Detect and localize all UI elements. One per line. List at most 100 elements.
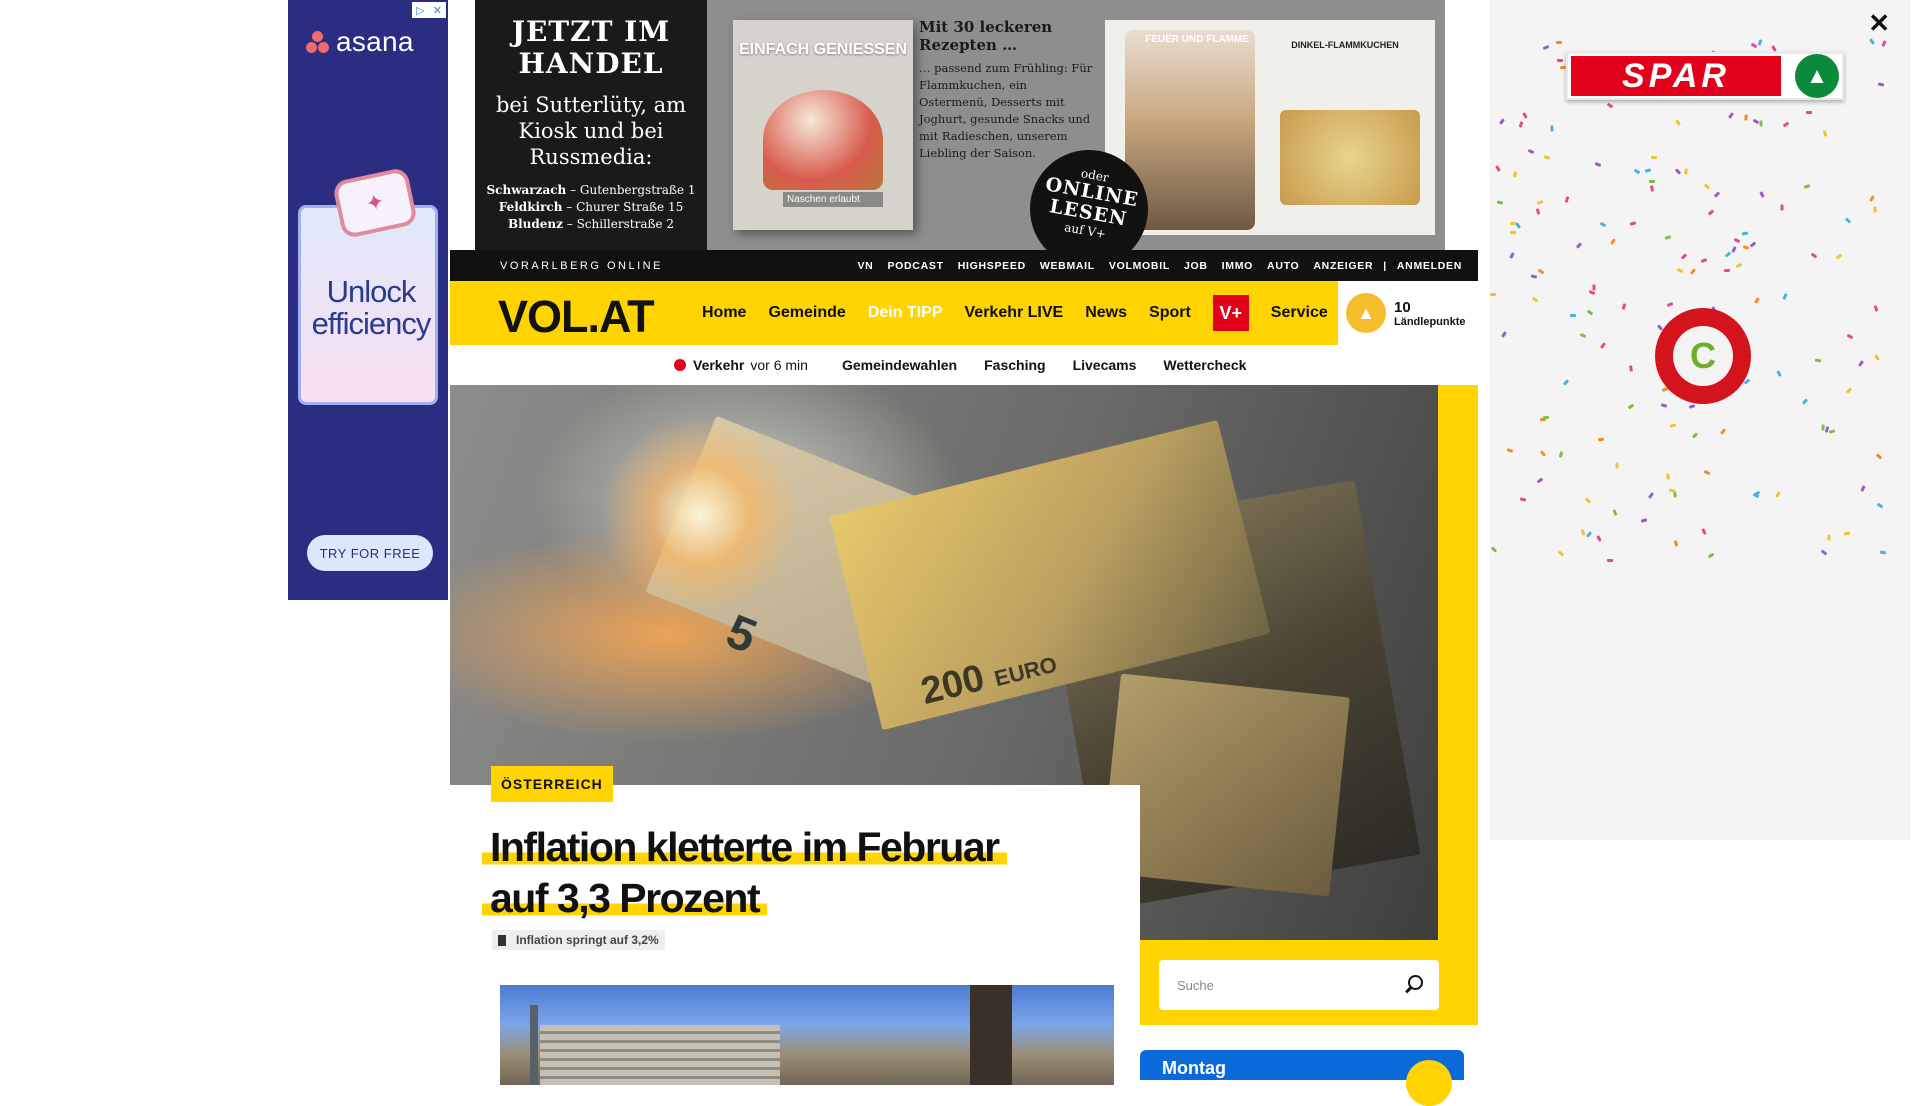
confetti-piece	[1727, 112, 1735, 119]
utility-link-highspeed[interactable]: HIGHSPEED	[958, 260, 1026, 272]
subnav-link-livecams[interactable]: Livecams	[1073, 357, 1137, 373]
asana-dots-icon	[306, 31, 330, 53]
related-article-link[interactable]: Inflation springt auf 3,2%	[492, 930, 665, 950]
nav-item-dein-tipp[interactable]: Dein TIPP	[868, 304, 943, 322]
nav-item-sport[interactable]: Sport	[1149, 304, 1191, 322]
related-article-label: Inflation springt auf 3,2%	[516, 933, 659, 947]
confetti-piece	[1530, 274, 1538, 279]
asana-ad[interactable]: ▷ ✕ asana ✦ Unlock efficiency TRY FOR FR…	[288, 0, 448, 600]
russmedia-banner-ad[interactable]: JETZT IM HANDEL bei Sutterlüty, am Kiosk…	[475, 0, 1445, 250]
confetti-piece	[1873, 305, 1879, 312]
confetti-piece	[1490, 293, 1496, 296]
login-link[interactable]: ANMELDEN	[1397, 260, 1462, 272]
subnav-link-fasching[interactable]: Fasching	[984, 357, 1045, 373]
search-icon[interactable]	[1403, 975, 1423, 995]
utility-link-volmobil[interactable]: VOLMOBIL	[1109, 260, 1170, 272]
utility-separator: |	[1383, 259, 1387, 272]
spar-easter-badge[interactable]: C	[1655, 308, 1751, 404]
live-ticker[interactable]: Verkehr vor 6 min	[674, 357, 808, 373]
magazine-spread-image: FEUER UND FLAMME DINKEL-FLAMMKUCHEN	[1105, 20, 1435, 235]
confetti-piece	[1676, 267, 1684, 274]
subnav-link-gemeindewahlen[interactable]: Gemeindewahlen	[842, 357, 957, 373]
confetti-piece	[1621, 303, 1627, 310]
nav-item-home[interactable]: Home	[702, 304, 746, 322]
secondary-article-image[interactable]	[500, 985, 1114, 1085]
subnav-link-wettercheck[interactable]: Wettercheck	[1163, 357, 1246, 373]
article-teaser[interactable]: ÖSTERREICH Inflation kletterte im Februa…	[450, 766, 1140, 1085]
search-box[interactable]: Suche	[1159, 960, 1439, 1010]
utility-link-job[interactable]: JOB	[1184, 260, 1208, 272]
weather-widget[interactable]: Montag	[1140, 1050, 1464, 1106]
nav-item-service[interactable]: Service	[1271, 304, 1328, 322]
spread-heading-right: DINKEL-FLAMMKUCHEN	[1291, 40, 1399, 50]
confetti-piece	[1496, 200, 1504, 205]
nav-item-verkehr-live[interactable]: Verkehr LIVE	[965, 304, 1064, 322]
confetti-piece	[1827, 534, 1831, 541]
utility-link-anzeiger[interactable]: ANZEIGER	[1313, 260, 1373, 272]
utility-link-immo[interactable]: IMMO	[1222, 260, 1253, 272]
spar-tree-icon: ▲	[1795, 54, 1839, 98]
try-for-free-button[interactable]: TRY FOR FREE	[307, 535, 433, 571]
laendlepunkte-widget[interactable]: ▲ 10 Ländlepunkte	[1338, 281, 1478, 345]
confetti-piece	[1759, 191, 1765, 198]
search-input[interactable]: Suche	[1177, 978, 1214, 993]
nav-item-gemeinde[interactable]: Gemeinde	[768, 304, 845, 322]
confetti-piece	[1759, 120, 1763, 127]
confetti-piece	[1592, 284, 1596, 291]
category-tag[interactable]: ÖSTERREICH	[491, 766, 613, 802]
spar-logo-text: SPAR	[1571, 56, 1781, 96]
confetti-piece	[1844, 217, 1852, 224]
confetti-piece	[1506, 448, 1514, 453]
vplus-button[interactable]: V+	[1212, 295, 1249, 331]
confetti-piece	[1689, 268, 1697, 275]
utility-link-webmail[interactable]: WEBMAIL	[1040, 260, 1095, 272]
adchoices-icon[interactable]: ▷	[416, 4, 424, 17]
utility-link-vn[interactable]: VN	[857, 260, 873, 272]
confetti-piece	[1675, 119, 1681, 126]
confetti-piece	[1874, 354, 1880, 361]
confetti-piece	[1557, 550, 1565, 557]
confetti-piece	[1803, 184, 1811, 189]
confetti-piece	[1684, 168, 1688, 175]
article-title[interactable]: Inflation kletterte im Februar auf 3,3 P…	[482, 822, 1102, 924]
confetti-piece	[1556, 58, 1564, 63]
confetti-piece	[1860, 485, 1866, 492]
spar-ad[interactable]: ✕ SPAR ▲ C	[1490, 0, 1910, 840]
article-title-line1: Inflation kletterte im Februar	[482, 824, 1007, 870]
confetti-piece	[1828, 429, 1836, 434]
utility-link-auto[interactable]: AUTO	[1267, 260, 1299, 272]
confetti-piece	[1522, 112, 1528, 119]
confetti-piece	[1713, 191, 1721, 198]
confetti-piece	[1660, 403, 1668, 408]
confetti-piece	[1775, 491, 1781, 498]
confetti-piece	[1669, 423, 1677, 428]
confetti-piece	[1633, 168, 1641, 175]
close-icon[interactable]: ✕	[1868, 8, 1890, 39]
banner-addresses: Schwarzach – Gutenbergstraße 1 Feldkirch…	[475, 182, 707, 233]
confetti-piece	[1509, 221, 1517, 226]
confetti-piece	[1801, 398, 1809, 405]
confetti-piece	[1810, 252, 1818, 259]
confetti-piece	[1757, 39, 1763, 46]
adchoices-badge[interactable]: ▷ ✕	[412, 2, 446, 18]
confetti-piece	[1555, 40, 1563, 45]
confetti-piece	[1542, 415, 1550, 420]
confetti-piece	[1594, 161, 1602, 168]
nav-item-news[interactable]: News	[1085, 304, 1127, 322]
recipes-heading: Mit 30 leckeren Rezepten …	[919, 18, 1053, 54]
confetti-piece	[1674, 168, 1682, 175]
confetti-piece	[1806, 111, 1812, 114]
confetti-piece	[1822, 130, 1828, 137]
vol-at-logo[interactable]: VOL.AT	[498, 291, 655, 343]
confetti-piece	[1869, 38, 1875, 45]
mountain-icon: ▲	[1346, 293, 1386, 333]
confetti-piece	[1518, 121, 1524, 128]
utility-link-podcast[interactable]: PODCAST	[887, 260, 943, 272]
confetti-piece	[1723, 268, 1731, 273]
ad-close-icon[interactable]: ✕	[433, 4, 442, 17]
confetti-piece	[1550, 125, 1554, 132]
address-line: Feldkirch – Churer Straße 15	[498, 200, 684, 214]
confetti-piece	[1776, 370, 1782, 377]
confetti-piece	[1707, 209, 1715, 216]
confetti-piece	[1586, 309, 1594, 316]
